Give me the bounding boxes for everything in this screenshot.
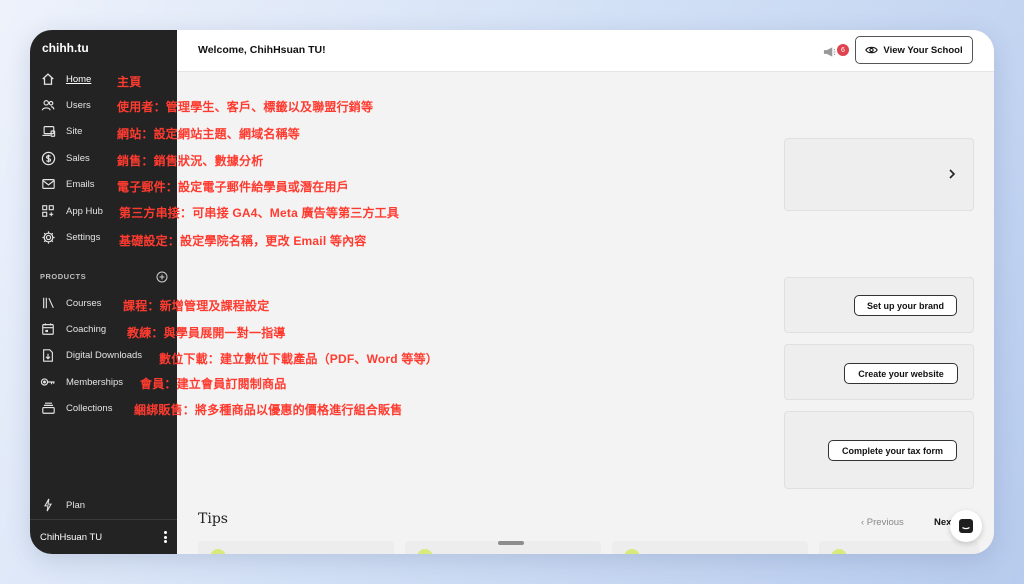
tip-icon — [210, 549, 226, 554]
annotation-digital-downloads: 數位下載：建立數位下載產品（PDF、Word 等等） — [159, 352, 438, 366]
eye-icon — [865, 45, 879, 55]
tip-icon — [831, 549, 847, 554]
annotation-collections: 綑綁販售：將多種商品以優惠的價格進行組合販售 — [134, 403, 403, 417]
set-up-brand-button[interactable]: Set up your brand — [854, 295, 957, 316]
onboarding-card-top — [784, 138, 974, 211]
annotation-sales: 銷售：銷售狀況、數據分析 — [117, 154, 264, 168]
site-icon — [40, 123, 56, 139]
chat-icon — [958, 518, 974, 534]
brand-card: Set up your brand — [784, 277, 974, 333]
sidebar-item-plan[interactable]: Plan — [30, 494, 177, 516]
annotation-app-hub: 第三方串接：可串接 GA4、Meta 廣告等第三方工具 — [119, 206, 400, 220]
resize-handle[interactable] — [498, 541, 524, 545]
next-button[interactable]: Nex — [934, 517, 951, 528]
chevron-right-icon[interactable] — [945, 167, 959, 181]
announcements-button[interactable]: 6 — [823, 43, 851, 59]
annotation-settings: 基礎設定：設定學院名稱，更改 Email 等內容 — [119, 234, 367, 248]
dollar-icon — [40, 150, 56, 166]
annotation-courses: 課程：新增管理及課程設定 — [123, 299, 270, 313]
user-footer: ChihHsuan TU — [30, 519, 177, 554]
sidebar-item-label: Emails — [66, 178, 95, 190]
welcome-message: Welcome, ChihHsuan TU! — [198, 44, 326, 56]
sidebar-item-label: Settings — [66, 231, 101, 243]
apps-icon — [40, 203, 56, 219]
users-icon — [40, 97, 56, 113]
tip-icon — [417, 549, 433, 554]
sidebar-item-label: Digital Downloads — [66, 349, 143, 361]
gear-icon — [40, 229, 56, 245]
app-window: chihh.tu Home Users Site Sales Emails Ap… — [30, 30, 994, 554]
create-website-button[interactable]: Create your website — [844, 363, 958, 384]
tip-card[interactable] — [819, 541, 979, 554]
notification-badge: 6 — [837, 44, 849, 56]
calendar-icon — [40, 321, 56, 337]
mail-icon — [40, 176, 56, 192]
annotation-home: 主頁 — [117, 75, 142, 89]
annotation-users: 使用者：管理學生、客戶、標籤以及聯盟行銷等 — [117, 100, 374, 114]
download-icon — [40, 347, 56, 363]
annotation-site: 網站：設定網站主題、網域名稱等 — [117, 127, 301, 141]
more-options-icon[interactable] — [160, 529, 170, 545]
sidebar-item-label: Home — [66, 73, 92, 85]
products-section-label: PRODUCTS — [40, 272, 87, 281]
sidebar-item-home[interactable]: Home — [30, 68, 177, 90]
sidebar-item-label: Sales — [66, 152, 90, 164]
annotation-memberships: 會員：建立會員訂閱制商品 — [140, 377, 287, 391]
bolt-icon — [40, 497, 56, 513]
main-content: Set up your brand Create your website Co… — [177, 73, 994, 554]
user-name[interactable]: ChihHsuan TU — [40, 532, 102, 543]
add-product-icon[interactable] — [156, 270, 168, 283]
sidebar-item-label: Plan — [66, 499, 86, 511]
tax-form-card: Complete your tax form — [784, 411, 974, 489]
sidebar-item-label: Courses — [66, 297, 102, 309]
sidebar-item-label: Collections — [66, 402, 113, 414]
key-icon — [40, 374, 56, 390]
sidebar-item-label: Users — [66, 99, 91, 111]
tips-heading: Tips — [198, 511, 228, 527]
home-icon — [40, 71, 56, 87]
sidebar-item-label: Site — [66, 125, 83, 137]
complete-tax-form-button[interactable]: Complete your tax form — [828, 440, 957, 461]
sidebar-item-label: Coaching — [66, 323, 107, 335]
sidebar-item-label: Memberships — [66, 376, 124, 388]
annotation-emails: 電子郵件：設定電子郵件給學員或潛在用戶 — [117, 180, 349, 194]
tip-card[interactable] — [198, 541, 394, 554]
stack-icon — [40, 400, 56, 416]
top-bar: Welcome, ChihHsuan TU! 6 View Your Schoo… — [177, 30, 994, 72]
megaphone-icon — [823, 45, 836, 63]
chat-button[interactable] — [950, 510, 982, 542]
sidebar-item-label: App Hub — [66, 205, 103, 217]
view-school-button[interactable]: View Your School — [855, 36, 973, 64]
library-icon — [40, 295, 56, 311]
tip-icon — [624, 549, 640, 554]
view-school-label: View Your School — [883, 44, 963, 56]
website-card: Create your website — [784, 344, 974, 400]
previous-button[interactable]: ‹ Previous — [861, 517, 904, 528]
brand-name[interactable]: chihh.tu — [42, 41, 89, 55]
sidebar-item-digital-downloads[interactable]: Digital Downloads — [30, 344, 177, 366]
tip-card[interactable] — [612, 541, 808, 554]
annotation-coaching: 教練：與學員展開一對一指導 — [127, 326, 286, 340]
